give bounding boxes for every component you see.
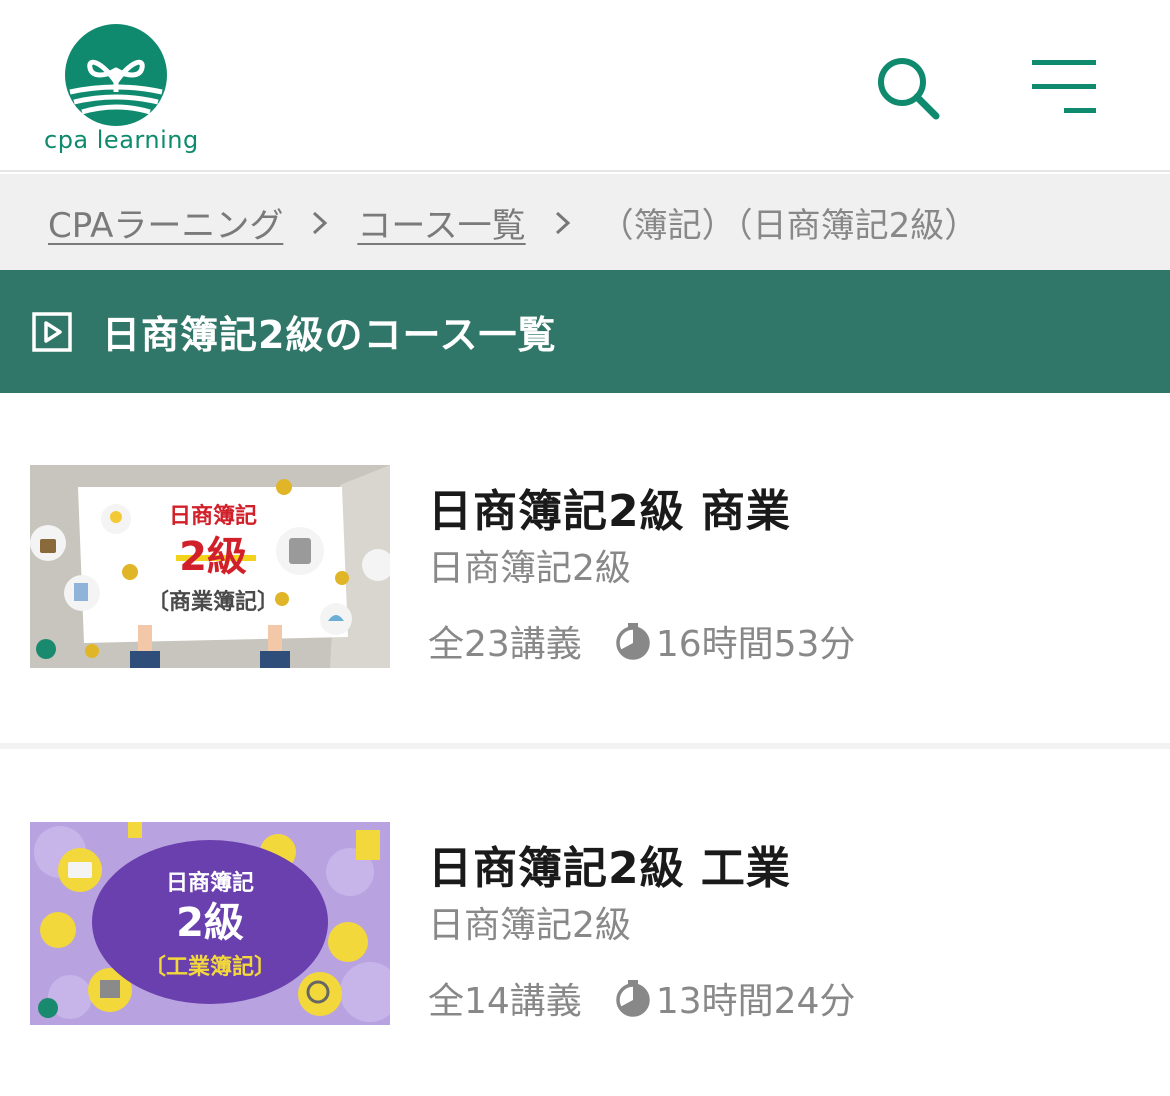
course-duration: 13時間24分 — [655, 981, 856, 1022]
thumb-line2: 2級 — [176, 900, 244, 946]
course-card[interactable]: 日商簿記 2級 〔商業簿記〕 日商簿記2級 商業 日商簿記2級 全23講義 16… — [0, 393, 1170, 675]
chevron-right-icon — [526, 205, 600, 240]
course-title[interactable]: 日商簿記2級 商業 — [428, 475, 791, 539]
course-thumbnail[interactable]: 日商簿記 2級 〔工業簿記〕 — [30, 822, 390, 1025]
lecture-count: 全23講義 — [428, 624, 582, 665]
lecture-count: 全14講義 — [428, 981, 582, 1022]
thumb-line3: 〔工業簿記〕 — [144, 954, 276, 980]
breadcrumb: CPAラーニング コース一覧 （簿記）（日商簿記2級） — [0, 174, 1170, 270]
sprout-logo-icon — [65, 24, 167, 126]
chevron-right-icon — [283, 205, 357, 240]
thumb-line1: 日商簿記 — [169, 503, 257, 529]
timer-icon — [616, 980, 650, 1017]
thumb-line1: 日商簿記 — [166, 870, 254, 896]
course-thumbnail[interactable]: 日商簿記 2級 〔商業簿記〕 — [30, 465, 390, 668]
thumb-line2: 2級 — [179, 534, 247, 580]
course-title[interactable]: 日商簿記2級 工業 — [428, 832, 791, 896]
section-header: 日商簿記2級のコース一覧 — [0, 270, 1170, 393]
course-category: 日商簿記2級 — [428, 905, 631, 946]
search-button[interactable] — [872, 54, 946, 124]
course-meta: 全23講義 16時間53分 — [428, 615, 855, 667]
section-title: 日商簿記2級のコース一覧 — [102, 313, 557, 357]
course-card[interactable]: 日商簿記 2級 〔工業簿記〕 日商簿記2級 工業 日商簿記2級 全14講義 13… — [0, 750, 1170, 1032]
course-meta: 全14講義 13時間24分 — [428, 972, 855, 1024]
search-icon — [878, 58, 940, 120]
course-duration: 16時間53分 — [655, 624, 856, 665]
play-icon — [32, 311, 72, 352]
timer-icon — [616, 623, 650, 660]
divider — [0, 743, 1170, 749]
app-header: cpa learning — [0, 0, 1170, 172]
breadcrumb-link-home[interactable]: CPAラーニング — [48, 198, 283, 247]
thumb-line3: 〔商業簿記〕 — [147, 589, 279, 615]
hamburger-menu-icon — [1032, 60, 1096, 113]
logo-text: cpa learning — [44, 126, 199, 154]
menu-button[interactable] — [1028, 58, 1098, 118]
course-category: 日商簿記2級 — [428, 548, 631, 589]
breadcrumb-link-course-list[interactable]: コース一覧 — [357, 198, 525, 247]
course-thumbnail-image: 日商簿記 2級 〔商業簿記〕 — [30, 465, 390, 668]
course-thumbnail-image: 日商簿記 2級 〔工業簿記〕 — [30, 822, 390, 1025]
breadcrumb-current: （簿記）（日商簿記2級） — [599, 205, 979, 246]
